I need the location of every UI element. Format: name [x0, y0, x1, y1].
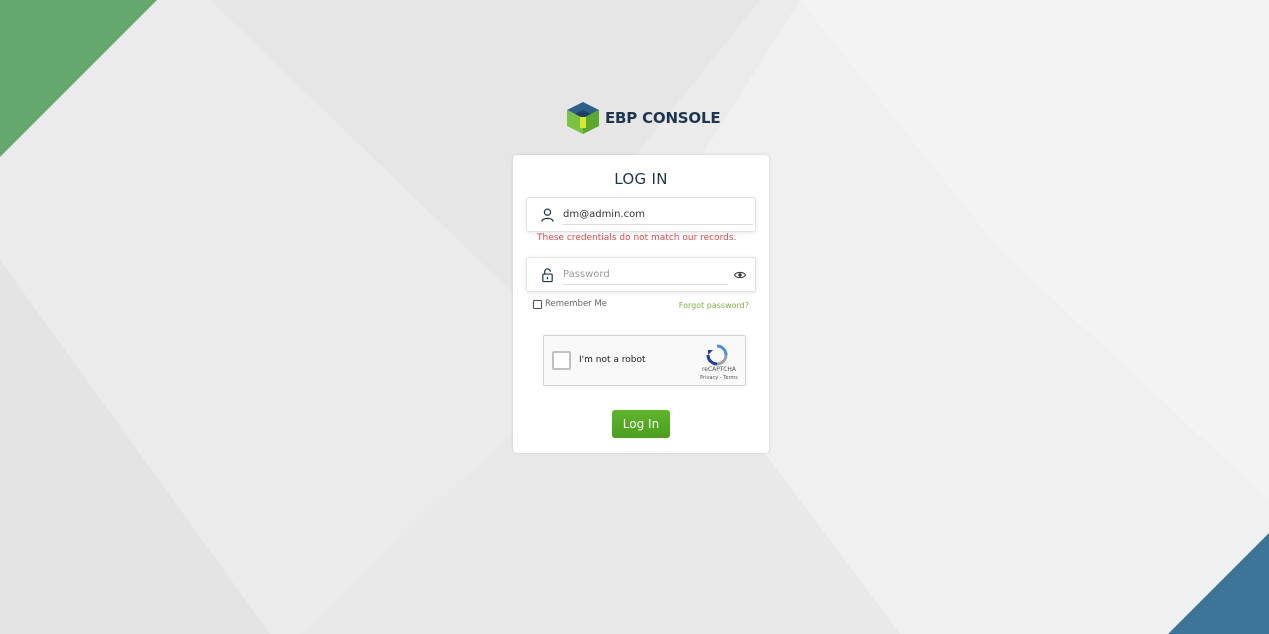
lock-icon [542, 268, 553, 283]
password-field[interactable] [526, 257, 756, 292]
eye-icon[interactable] [734, 269, 746, 281]
recaptcha-label: I'm not a robot [579, 355, 646, 365]
remember-label: Remember Me [545, 299, 607, 309]
forgot-password-link[interactable]: Forgot password? [679, 301, 749, 310]
recaptcha-widget: I'm not a robot reCAPTCHA Privacy - Term… [543, 335, 746, 386]
recaptcha-checkbox[interactable] [552, 351, 571, 370]
email-input[interactable] [563, 205, 753, 225]
remember-checkbox[interactable] [533, 299, 542, 309]
recaptcha-brand: reCAPTCHA [701, 366, 737, 373]
user-icon [541, 208, 554, 222]
recaptcha-links[interactable]: Privacy - Terms [694, 375, 744, 381]
recaptcha-logo-icon [706, 344, 728, 366]
cube-logo-icon [567, 102, 599, 134]
password-input[interactable] [563, 265, 728, 285]
credentials-error: These credentials do not match our recor… [537, 233, 737, 243]
remember-me[interactable]: Remember Me [533, 299, 607, 309]
login-title: LOG IN [614, 170, 668, 188]
email-field[interactable] [526, 197, 756, 232]
login-card: LOG IN These credentials do not match ou… [513, 155, 769, 453]
brand-name: EBP CONSOLE [605, 109, 721, 127]
brand-logo: EBP CONSOLE [565, 101, 721, 135]
login-button[interactable]: Log In [612, 410, 670, 438]
